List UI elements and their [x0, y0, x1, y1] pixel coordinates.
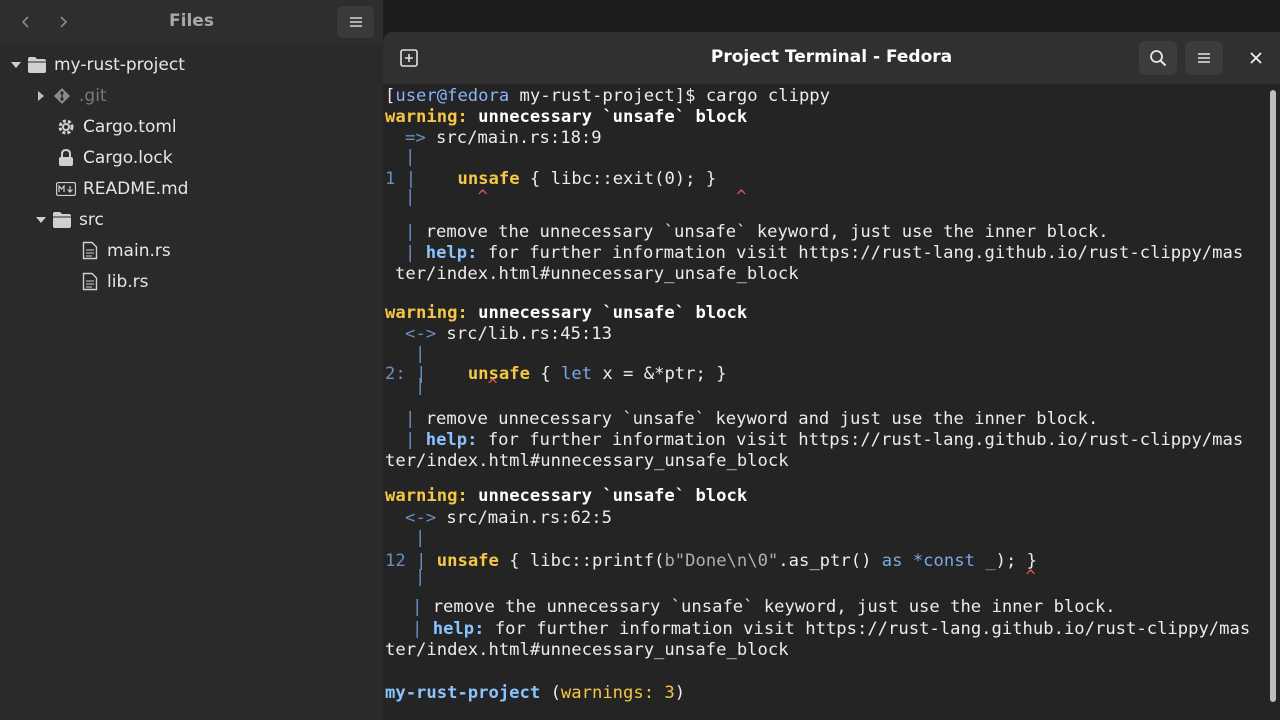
tree-item-label: my-rust-project — [54, 54, 185, 75]
warning-heading: warning: unnecessary `unsafe` block — [385, 486, 748, 506]
folder-icon — [51, 209, 73, 231]
files-menu-button[interactable] — [337, 6, 374, 38]
help-wrap-line: ter/index.html#unnecessary_unsafe_block — [395, 264, 799, 284]
warning-location: <-> src/main.rs:62:5 — [405, 508, 612, 528]
help-wrap-line: ter/index.html#unnecessary_unsafe_block — [385, 640, 789, 660]
warning-location: => src/main.rs:18:9 — [405, 128, 602, 148]
close-icon — [1250, 52, 1262, 64]
hamburger-menu-icon — [349, 17, 362, 27]
caret-line: | ^ ^ — [405, 187, 747, 207]
markdown-icon — [55, 178, 77, 200]
code-line: 1 | unsafe { libc::exit(0); } — [385, 169, 717, 189]
files-header: Files — [0, 0, 383, 44]
gutter-bar: | — [405, 147, 416, 167]
tree-item-label: README.md — [83, 178, 189, 199]
warning-heading: warning: unnecessary `unsafe` block — [385, 107, 748, 127]
git-icon — [51, 85, 73, 107]
tree-item-label: lib.rs — [107, 271, 149, 292]
tree-item-label: main.rs — [107, 240, 171, 261]
warning-location: <-> src/lib.rs:45:13 — [405, 324, 612, 344]
tree-item-label: src — [79, 209, 104, 230]
prompt-line: [user@fedora my-rust-project]$ cargo cli… — [385, 86, 830, 106]
hamburger-menu-icon — [1198, 53, 1210, 63]
tree-item-cargo-lock[interactable]: Cargo.lock — [55, 142, 173, 173]
tree-item-label: .git — [79, 85, 107, 106]
help-line: | help: for further information visit ht… — [405, 243, 1244, 263]
gear-icon — [55, 116, 77, 138]
help-line: | help: for further information visit ht… — [405, 430, 1244, 450]
gutter-bar: | — [415, 344, 426, 364]
files-sidebar: Files my-rust-project .git Cargo.toml Ca… — [0, 0, 383, 720]
help-line: | help: for further information visit ht… — [412, 619, 1251, 639]
note-line: | remove unnecessary `unsafe` keyword an… — [405, 409, 1099, 429]
chevron-down-icon[interactable] — [6, 59, 26, 71]
lock-icon — [55, 147, 77, 169]
terminal-output[interactable]: [user@fedora my-rust-project]$ cargo cli… — [383, 84, 1268, 720]
tree-item-src[interactable]: src — [31, 204, 104, 235]
search-button[interactable] — [1139, 41, 1177, 75]
tree-item-label: Cargo.toml — [83, 116, 177, 137]
file-icon — [79, 240, 101, 262]
terminal-header: Project Terminal - Fedora — [383, 32, 1280, 84]
chevron-right-icon[interactable] — [31, 90, 51, 102]
chevron-down-icon[interactable] — [31, 214, 51, 226]
tree-item-readme[interactable]: README.md — [55, 173, 188, 204]
terminal-window: Project Terminal - Fedora [user@fedora m… — [383, 32, 1280, 720]
close-button[interactable] — [1241, 41, 1271, 75]
tree-item-main-rs[interactable]: main.rs — [79, 235, 171, 266]
note-line: | remove the unnecessary `unsafe` keywor… — [412, 597, 1116, 617]
folder-icon — [26, 54, 48, 76]
file-icon — [79, 271, 101, 293]
help-wrap-line: ter/index.html#unnecessary_unsafe_block — [385, 451, 789, 471]
gutter-bar: | — [415, 528, 426, 548]
tree-item-git[interactable]: .git — [31, 80, 107, 111]
warning-heading: warning: unnecessary `unsafe` block — [385, 303, 748, 323]
summary-line: my-rust-project (warnings: 3) — [385, 683, 686, 703]
tree-item-lib-rs[interactable]: lib.rs — [79, 266, 149, 297]
tree-item-label: Cargo.lock — [83, 147, 173, 168]
terminal-menu-button[interactable] — [1185, 41, 1223, 75]
files-title: Files — [169, 11, 214, 31]
tree-item-cargo-toml[interactable]: Cargo.toml — [55, 111, 177, 142]
terminal-scrollbar[interactable] — [1270, 90, 1276, 702]
note-line: | remove the unnecessary `unsafe` keywor… — [405, 222, 1109, 242]
caret-line: | ^ — [415, 376, 498, 396]
tree-item-my-rust-project[interactable]: my-rust-project — [6, 49, 185, 80]
search-icon — [1150, 50, 1167, 67]
caret-line: | ^ — [415, 567, 1036, 587]
